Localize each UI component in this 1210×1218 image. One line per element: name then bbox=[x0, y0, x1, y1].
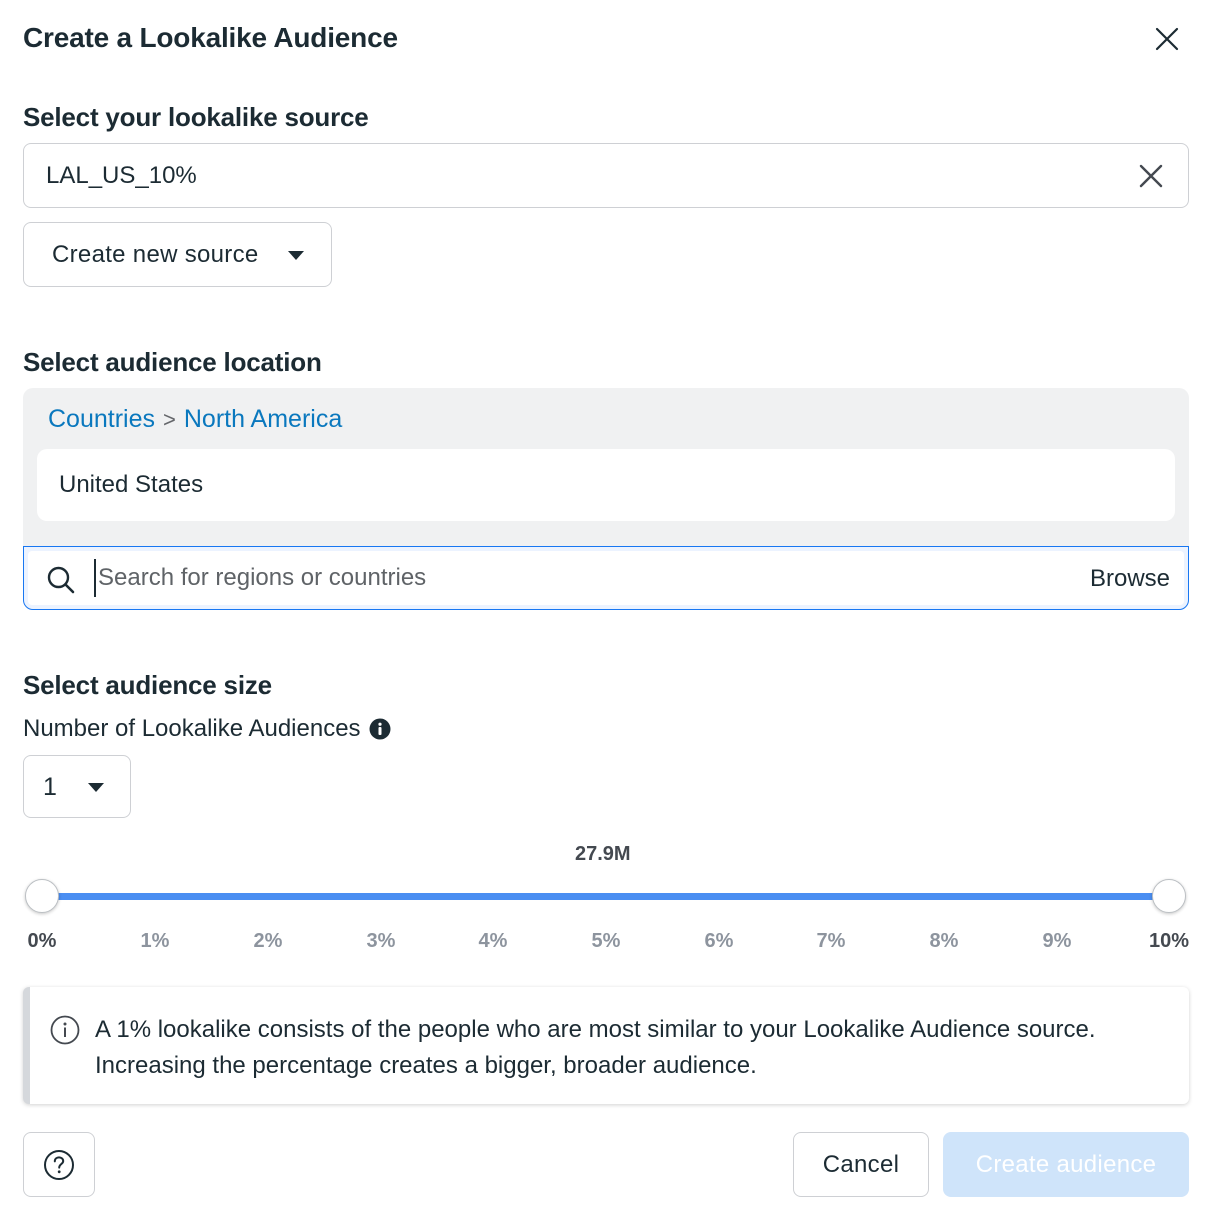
slider-tick: 4% bbox=[478, 930, 508, 952]
location-search-input[interactable] bbox=[94, 559, 994, 597]
audience-count-value: 1 bbox=[43, 773, 57, 801]
audience-size-slider-track[interactable] bbox=[42, 893, 1170, 900]
size-heading: Select audience size bbox=[23, 670, 272, 700]
chevron-down-icon bbox=[88, 783, 104, 792]
slider-tick: 6% bbox=[704, 930, 734, 952]
help-button[interactable] bbox=[23, 1132, 95, 1197]
cancel-button[interactable]: Cancel bbox=[793, 1132, 929, 1197]
audience-count-select[interactable]: 1 bbox=[23, 755, 131, 818]
slider-tick: 1% bbox=[140, 930, 170, 952]
location-heading: Select audience location bbox=[23, 347, 322, 377]
create-new-source-button[interactable]: Create new source bbox=[23, 222, 332, 287]
slider-tick: 8% bbox=[929, 930, 959, 952]
slider-tick: 7% bbox=[816, 930, 846, 952]
dialog-title: Create a Lookalike Audience bbox=[23, 22, 398, 53]
estimated-audience-size: 27.9M bbox=[575, 843, 631, 865]
info-icon[interactable] bbox=[369, 718, 391, 740]
close-icon bbox=[1155, 27, 1179, 51]
info-notice: A 1% lookalike consists of the people wh… bbox=[23, 987, 1189, 1104]
slider-tick: 0% bbox=[27, 930, 57, 952]
breadcrumb: Countries > North America bbox=[48, 405, 342, 434]
chevron-down-icon bbox=[288, 251, 304, 260]
info-icon bbox=[50, 1015, 80, 1050]
breadcrumb-separator: > bbox=[163, 406, 176, 432]
location-search-box: Browse bbox=[28, 551, 1184, 605]
lookalike-source-field[interactable]: LAL_US_10% bbox=[23, 143, 1189, 208]
breadcrumb-countries[interactable]: Countries bbox=[48, 405, 155, 434]
location-panel: Countries > North America United States … bbox=[23, 388, 1189, 610]
slider-tick: 10% bbox=[1148, 930, 1190, 952]
source-heading: Select your lookalike source bbox=[23, 102, 369, 132]
slider-tick: 3% bbox=[366, 930, 396, 952]
slider-tick: 2% bbox=[253, 930, 283, 952]
create-audience-button[interactable]: Create audience bbox=[943, 1132, 1189, 1197]
slider-tick: 5% bbox=[591, 930, 621, 952]
clear-icon bbox=[1139, 164, 1163, 188]
slider-tick: 9% bbox=[1042, 930, 1072, 952]
clear-source-button[interactable] bbox=[1136, 161, 1166, 191]
close-button[interactable] bbox=[1148, 20, 1186, 58]
breadcrumb-north-america[interactable]: North America bbox=[184, 405, 342, 434]
audience-count-label-row: Number of Lookalike Audiences bbox=[23, 715, 391, 743]
info-notice-text: A 1% lookalike consists of the people wh… bbox=[95, 1016, 1096, 1079]
location-search: Browse bbox=[23, 546, 1189, 610]
browse-button[interactable]: Browse bbox=[1090, 565, 1170, 593]
create-new-source-label: Create new source bbox=[52, 240, 259, 268]
audience-count-label: Number of Lookalike Audiences bbox=[23, 715, 361, 742]
search-icon bbox=[46, 565, 76, 600]
selected-location-label: United States bbox=[59, 471, 204, 498]
slider-start-handle[interactable] bbox=[25, 879, 59, 913]
slider-end-handle[interactable] bbox=[1152, 879, 1186, 913]
selected-location: United States bbox=[37, 449, 1175, 521]
source-value: LAL_US_10% bbox=[46, 162, 197, 189]
question-icon bbox=[44, 1149, 74, 1180]
